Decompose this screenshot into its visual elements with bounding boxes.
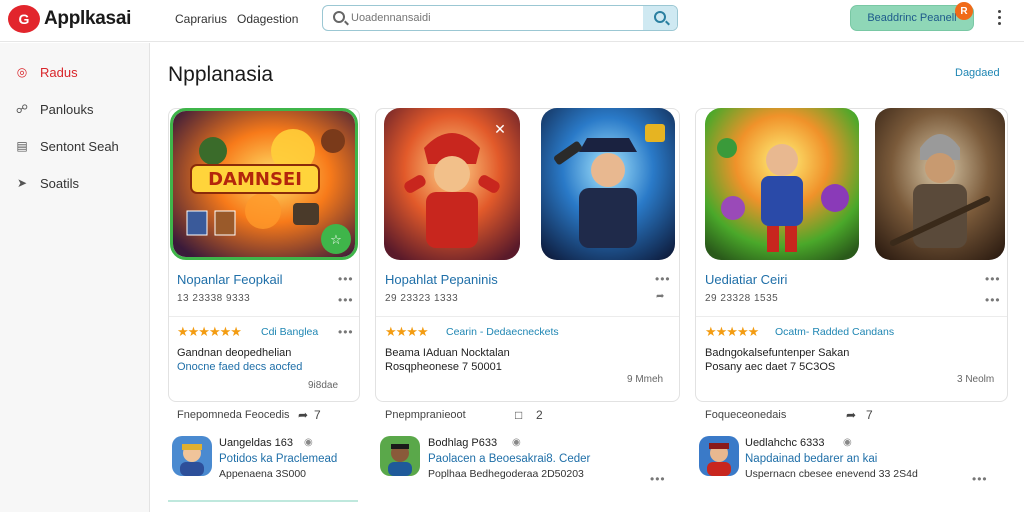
scroll-indicator [168, 500, 358, 502]
app-meta: 29 23328 1535 [705, 293, 779, 304]
share-count: 7 [314, 408, 321, 422]
more-options-icon[interactable]: ••• [985, 272, 1001, 286]
sidebar-item-sentont-seah[interactable]: ▤ Sentont Seah [0, 132, 150, 160]
app-description-line-2: Rosqpheonese 7 50001 [385, 361, 502, 373]
app-meta: 13 23338 9333 [177, 293, 251, 304]
more-options-icon[interactable]: ••• [972, 472, 988, 486]
app-logo[interactable]: G [8, 5, 40, 33]
star-rating: ★★★★★★ [177, 324, 242, 339]
download-count: 9i8dae [308, 380, 339, 391]
brand-name[interactable]: Applkasai [44, 8, 131, 30]
rating-label: Cdi Banglea [261, 326, 319, 338]
sidebar-item-label: Radus [40, 64, 78, 80]
section-label: Foqueceonedais [705, 409, 787, 421]
svg-text:✕: ✕ [494, 122, 506, 138]
app-title[interactable]: Hopahlat Pepaninis [385, 272, 498, 287]
rating-label: Ocatm- Radded Candans [775, 326, 895, 338]
reviewer-name[interactable]: Bodhlag P633 [428, 437, 497, 449]
download-count: 3 Neolm [957, 374, 995, 385]
svg-text:☆: ☆ [330, 233, 342, 248]
sidebar-item-label: Panlouks [40, 101, 94, 117]
app-thumbnail-3[interactable] [541, 108, 675, 260]
nav-link-caprarius[interactable]: Caprarius [175, 12, 227, 26]
document-icon: ▤ [16, 139, 28, 153]
comment-icon[interactable]: □ [515, 408, 522, 422]
app-thumbnail-2[interactable]: ✕ [384, 108, 520, 260]
reviewer-name[interactable]: Uangeldas 163 [219, 437, 293, 449]
verified-icon: ◉ [304, 437, 313, 448]
app-meta: 29 23323 1333 [385, 293, 459, 304]
divider [376, 316, 679, 317]
app-title[interactable]: Nopanlar Feopkail [177, 272, 283, 287]
app-thumbnail-4[interactable] [705, 108, 859, 260]
more-options-icon[interactable]: ••• [655, 272, 671, 286]
radar-icon: ◎ [16, 65, 28, 79]
app-description-line-1: Gandnan deopedhelian [177, 347, 292, 359]
avatar[interactable] [699, 436, 739, 476]
sidebar-item-radus[interactable]: ◎ Radus [0, 58, 150, 86]
download-count: 9 Mmeh [627, 374, 664, 385]
star-rating: ★★★★★ [705, 324, 759, 339]
comment-count: 2 [536, 408, 543, 422]
sidebar-item-panlouks[interactable]: ☍ Panlouks [0, 95, 150, 123]
sidebar-item-label: Soatils [40, 175, 80, 191]
more-menu-icon[interactable] [997, 10, 1003, 26]
search-button[interactable] [643, 6, 677, 30]
app-description-line-2: Onocne faed decs aocfed [177, 361, 303, 373]
more-options-icon[interactable]: ••• [650, 472, 666, 486]
more-options-icon[interactable]: ••• [985, 293, 1001, 307]
top-bar: G Applkasai Caprarius Odagestion Beaddri… [0, 0, 1024, 42]
rating-label: Cearin - Dedaecneckets [446, 326, 559, 338]
search-bar [322, 5, 678, 31]
search-input[interactable] [351, 9, 631, 27]
divider [696, 316, 1007, 317]
logo-text: G [18, 11, 30, 27]
app-thumbnail-5[interactable] [875, 108, 1005, 260]
share-arrow-icon[interactable]: ➦ [298, 408, 308, 422]
star-rating: ★★★★ [385, 324, 429, 339]
share-count: 7 [866, 408, 873, 422]
shield-icon: ☍ [15, 102, 29, 116]
section-label: Fnepomneda Feocedis [177, 409, 290, 421]
reviewer-name[interactable]: Uedlahchc 6333 [745, 437, 825, 449]
share-arrow-icon[interactable]: ➦ [656, 291, 664, 302]
review-meta: Uspernacn cbesee enevend 33 2S4d [745, 468, 918, 480]
app-title[interactable]: Uediatiar Ceiri [705, 272, 787, 287]
app-description-line-1: Beama IAduan Nocktalan [385, 347, 510, 359]
divider [169, 316, 359, 317]
nav-link-odagestion[interactable]: Odagestion [237, 12, 298, 26]
notification-badge[interactable]: R [955, 2, 973, 20]
share-icon: ➤ [16, 176, 28, 190]
review-text: Potidos ka Praclemead [219, 453, 338, 465]
review-meta: Poplhaa Bedhegoderaa 2D50203 [428, 468, 584, 480]
more-options-icon[interactable]: ••• [338, 293, 354, 307]
app-description-line-2: Posany aec daet 7 5C3OS [705, 361, 836, 373]
review-text: Napdainad bedarer an kai [745, 453, 878, 465]
sidebar-item-soatils[interactable]: ➤ Soatils [0, 169, 150, 197]
avatar[interactable] [172, 436, 212, 476]
more-options-icon[interactable]: ••• [338, 325, 354, 339]
verified-icon: ◉ [843, 437, 852, 448]
verified-icon: ◉ [512, 437, 521, 448]
app-description-line-1: Badngokalsefuntenper Sakan [705, 347, 850, 359]
review-meta: Appenaena 3S000 [219, 468, 306, 480]
search-icon [333, 11, 345, 23]
sidebar: ◎ Radus ☍ Panlouks ▤ Sentont Seah ➤ Soat… [0, 43, 150, 512]
sidebar-item-label: Sentont Seah [40, 138, 119, 154]
section-label: Pnepmpranieoot [385, 409, 466, 421]
search-submit-icon [654, 11, 666, 23]
view-all-link[interactable]: Dagdaed [955, 67, 1000, 79]
review-text: Paolacen a Beoesakrai8. Ceder [428, 453, 591, 465]
share-arrow-icon[interactable]: ➦ [846, 408, 856, 422]
app-thumbnail-1[interactable]: DAMNSEI ☆ [170, 108, 358, 260]
more-options-icon[interactable]: ••• [338, 272, 354, 286]
svg-text:DAMNSEI: DAMNSEI [208, 169, 302, 190]
avatar[interactable] [380, 436, 420, 476]
page-title: Npplanasia [168, 63, 274, 86]
